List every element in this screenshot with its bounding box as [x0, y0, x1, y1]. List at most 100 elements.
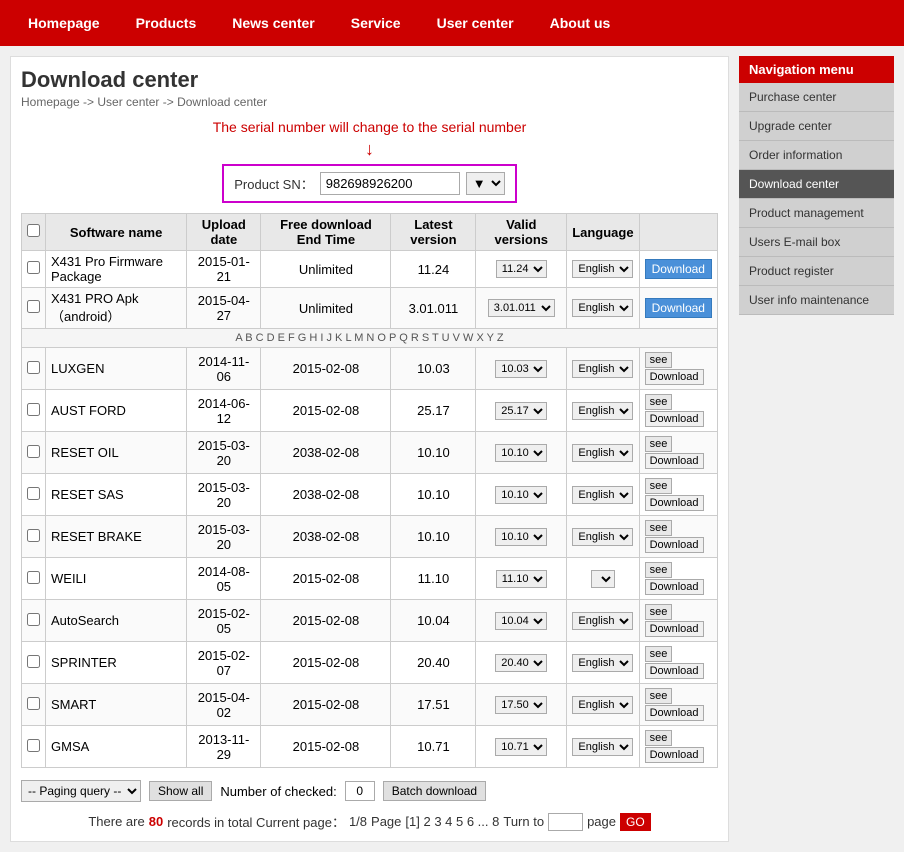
- sn-dropdown[interactable]: ▼: [466, 172, 505, 195]
- version-select[interactable]: 11.10: [496, 570, 547, 588]
- row-checkbox[interactable]: [27, 361, 40, 374]
- download-button[interactable]: Download: [645, 298, 712, 318]
- latest-version: 3.01.011: [391, 288, 476, 329]
- lang-select[interactable]: English: [572, 360, 633, 378]
- download-button[interactable]: Download: [645, 259, 712, 279]
- batch-download-button[interactable]: Batch download: [383, 781, 486, 801]
- see-button[interactable]: see: [645, 436, 673, 452]
- lang-select[interactable]: [591, 570, 615, 588]
- version-select[interactable]: 10.04: [495, 612, 547, 630]
- number-checked-label: Number of checked:: [220, 784, 336, 799]
- lang-select[interactable]: English: [572, 299, 633, 317]
- row-checkbox[interactable]: [27, 403, 40, 416]
- lang-select[interactable]: English: [572, 696, 633, 714]
- row-checkbox[interactable]: [27, 487, 40, 500]
- lang-select[interactable]: English: [572, 738, 633, 756]
- page-goto-input[interactable]: [548, 813, 583, 831]
- download-button[interactable]: Download: [645, 453, 704, 469]
- lang-select[interactable]: English: [572, 486, 633, 504]
- version-select[interactable]: 10.10: [495, 528, 547, 546]
- nav-about-us[interactable]: About us: [532, 0, 629, 46]
- download-button[interactable]: Download: [645, 495, 704, 511]
- latest-version: 11.10: [391, 558, 476, 600]
- sn-input[interactable]: [320, 172, 460, 195]
- alphabet-links: A B C D E F G H I J K L M N O P Q R S T …: [22, 329, 718, 348]
- see-button[interactable]: see: [645, 688, 673, 704]
- see-button[interactable]: see: [645, 730, 673, 746]
- paging-query-select[interactable]: -- Paging query --: [21, 780, 141, 802]
- see-button[interactable]: see: [645, 352, 673, 368]
- see-button[interactable]: see: [645, 394, 673, 410]
- language: English: [567, 726, 639, 768]
- row-checkbox[interactable]: [27, 529, 40, 542]
- download-button[interactable]: Download: [645, 579, 704, 595]
- sidebar-item-download-center[interactable]: Download center: [739, 170, 894, 199]
- download-button[interactable]: Download: [645, 369, 704, 385]
- total-count: 80: [149, 814, 163, 829]
- action-cell: see Download: [639, 726, 717, 768]
- upload-date: 2015-03-20: [187, 432, 261, 474]
- see-button[interactable]: see: [645, 646, 673, 662]
- version-select[interactable]: 10.71: [495, 738, 547, 756]
- row-checkbox[interactable]: [27, 655, 40, 668]
- nav-products[interactable]: Products: [118, 0, 215, 46]
- sidebar-item-upgrade-center[interactable]: Upgrade center: [739, 112, 894, 141]
- download-button[interactable]: Download: [645, 705, 704, 721]
- lang-select[interactable]: English: [572, 444, 633, 462]
- sidebar-item-product-management[interactable]: Product management: [739, 199, 894, 228]
- action-cell: see Download: [639, 516, 717, 558]
- paging-bar: -- Paging query -- Show all Number of ch…: [21, 776, 718, 806]
- download-button[interactable]: Download: [645, 663, 704, 679]
- see-button[interactable]: see: [645, 520, 673, 536]
- sidebar-item-users-email-box[interactable]: Users E-mail box: [739, 228, 894, 257]
- download-button[interactable]: Download: [645, 411, 704, 427]
- row-checkbox[interactable]: [27, 739, 40, 752]
- checked-count-input[interactable]: [345, 781, 375, 801]
- upload-date: 2015-03-20: [187, 516, 261, 558]
- see-button[interactable]: see: [645, 478, 673, 494]
- version-select[interactable]: 10.10: [495, 486, 547, 504]
- see-button[interactable]: see: [645, 562, 673, 578]
- row-checkbox[interactable]: [27, 445, 40, 458]
- version-select[interactable]: 17.50: [495, 696, 547, 714]
- lang-select[interactable]: English: [572, 260, 633, 278]
- latest-version: 17.51: [391, 684, 476, 726]
- see-button[interactable]: see: [645, 604, 673, 620]
- turn-to-label: Turn to: [503, 814, 544, 829]
- version-select[interactable]: 25.17: [495, 402, 547, 420]
- software-name: RESET SAS: [46, 474, 187, 516]
- download-button[interactable]: Download: [645, 537, 704, 553]
- download-button[interactable]: Download: [645, 747, 704, 763]
- sidebar-item-order-information[interactable]: Order information: [739, 141, 894, 170]
- page-suffix: page: [587, 814, 616, 829]
- pagination-info: There are 80 records in total Current pa…: [21, 812, 718, 831]
- row-checkbox[interactable]: [27, 300, 40, 313]
- language: English: [567, 432, 639, 474]
- nav-homepage[interactable]: Homepage: [10, 0, 118, 46]
- row-checkbox[interactable]: [27, 571, 40, 584]
- sidebar-item-purchase-center[interactable]: Purchase center: [739, 83, 894, 112]
- version-select[interactable]: 11.24: [496, 260, 547, 278]
- download-button[interactable]: Download: [645, 621, 704, 637]
- row-checkbox[interactable]: [27, 613, 40, 626]
- lang-select[interactable]: English: [572, 528, 633, 546]
- version-select[interactable]: 20.40: [495, 654, 547, 672]
- row-checkbox[interactable]: [27, 261, 40, 274]
- lang-select[interactable]: English: [572, 654, 633, 672]
- version-select[interactable]: 10.03: [495, 360, 547, 378]
- valid-versions: 20.40: [476, 642, 567, 684]
- sidebar-item-product-register[interactable]: Product register: [739, 257, 894, 286]
- select-all-checkbox[interactable]: [27, 224, 40, 237]
- nav-news-center[interactable]: News center: [214, 0, 332, 46]
- version-select[interactable]: 10.10: [495, 444, 547, 462]
- nav-service[interactable]: Service: [333, 0, 419, 46]
- go-button[interactable]: GO: [620, 813, 651, 831]
- show-all-button[interactable]: Show all: [149, 781, 212, 801]
- row-checkbox[interactable]: [27, 697, 40, 710]
- nav-user-center[interactable]: User center: [419, 0, 532, 46]
- lang-select[interactable]: English: [572, 612, 633, 630]
- version-select[interactable]: 3.01.011: [488, 299, 555, 317]
- sidebar-item-user-info-maintenance[interactable]: User info maintenance: [739, 286, 894, 315]
- lang-select[interactable]: English: [572, 402, 633, 420]
- col-latest-version: Latest version: [391, 214, 476, 251]
